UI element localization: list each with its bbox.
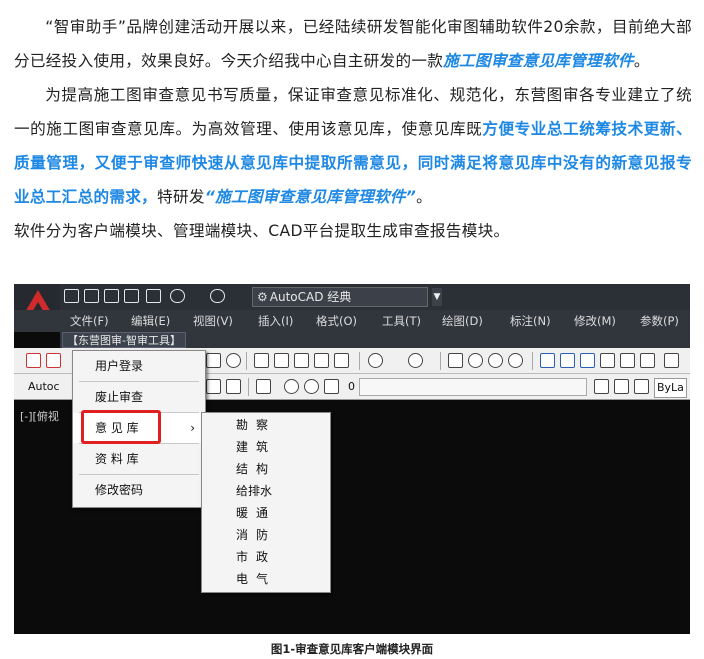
menu-item-void-review[interactable]: 废止审查 [73,382,205,412]
pdf-export-icon[interactable] [46,353,61,368]
tool-palettes-icon[interactable] [580,353,595,368]
new-file-icon[interactable] [64,289,79,303]
preview-icon[interactable] [226,353,241,368]
paste-special-icon[interactable] [314,353,329,368]
save-icon[interactable] [104,289,119,303]
paragraph-2-mid: 特研发 [157,188,205,206]
layer-states-icon[interactable] [634,379,649,394]
pdf-icon[interactable] [26,353,41,368]
menu-file[interactable]: 文件(F) [70,313,109,329]
zoom-previous-icon[interactable] [508,353,523,368]
menu-tools[interactable]: 工具(T) [382,313,421,329]
zoom-window-icon[interactable] [488,353,503,368]
layer-select[interactable] [359,378,587,396]
paste-icon[interactable] [294,353,309,368]
plugin-menu-button[interactable]: 【东营图审-智审工具】 [62,332,186,348]
help-icon[interactable] [664,353,679,368]
article-text: “智审助手”品牌创建活动开展以来，已经陆续研发智能化审图辅助软件20余款，目前绝… [14,10,692,248]
plugin-dropdown-menu: 用户登录 废止审查 意 见 库 › 资 料 库 修改密码 [72,350,206,508]
title-bar: ⚙ AutoCAD 经典 ▼ [14,284,690,310]
menu-item-resource-library[interactable]: 资 料 库 [73,444,205,474]
open-folder-icon[interactable] [84,289,99,303]
table-style-icon[interactable] [206,379,221,394]
workspace-label: AutoCAD 经典 [269,290,352,304]
menu-insert[interactable]: 插入(I) [258,313,293,329]
color-bylayer-select[interactable]: ByLa [654,378,687,398]
design-center-icon[interactable] [560,353,575,368]
paragraph-3: 软件分为客户端模块、管理端模块、CAD平台提取生成审查报告模块。 [14,222,510,240]
submenu-item-electrical[interactable]: 电气 [202,569,330,590]
cut-icon[interactable] [254,353,269,368]
sheet-set-icon[interactable] [600,353,615,368]
calculator-icon[interactable] [640,353,655,368]
figure-caption: 图1-审查意见库客户端模块界面 [270,642,434,656]
style-select[interactable]: Autoc [28,378,60,396]
pan-icon[interactable] [448,353,463,368]
menu-dimension[interactable]: 标注(N) [510,313,551,329]
plugin-menu-row: 【东营图审-智审工具】 [60,332,690,348]
redo-icon[interactable] [210,289,225,303]
software-name-highlight-2: “施工图审查意见库管理软件” [204,188,417,206]
menu-parameter[interactable]: 参数(P) [640,313,679,329]
copy-icon[interactable] [274,353,289,368]
opinion-library-submenu: 勘察 建筑 结构 给排水 暖通 消防 市政 电气 [201,412,331,593]
software-name-highlight: 施工图审查意见库管理软件 [443,52,634,70]
layer-name: 0 [348,380,355,393]
layer-previous-icon[interactable] [614,379,629,394]
lightbulb-icon[interactable] [284,379,299,394]
menu-item-change-password[interactable]: 修改密码 [73,475,205,505]
undo-toolbar-icon[interactable] [368,353,383,368]
layer-manager-icon[interactable] [256,379,271,394]
zoom-realtime-icon[interactable] [468,353,483,368]
plot-icon[interactable] [206,353,221,368]
submenu-item-plumbing[interactable]: 给排水 [202,481,330,502]
submenu-item-survey[interactable]: 勘察 [202,415,330,436]
submenu-item-architecture[interactable]: 建筑 [202,437,330,458]
menu-item-login[interactable]: 用户登录 [73,351,205,381]
submenu-item-fire[interactable]: 消防 [202,525,330,546]
paragraph-2-end: 。 [416,188,433,206]
menu-bar: 文件(F) 编辑(E) 视图(V) 插入(I) 格式(O) 工具(T) 绘图(D… [14,310,690,332]
submenu-item-structure[interactable]: 结构 [202,459,330,480]
chevron-right-icon: › [190,421,195,435]
lock-icon[interactable] [324,379,339,394]
chevron-down-icon[interactable]: ▼ [432,288,442,306]
make-current-icon[interactable] [594,379,609,394]
menu-edit[interactable]: 编辑(E) [131,313,170,329]
workspace-select[interactable]: ⚙ AutoCAD 经典 [252,287,428,307]
paragraph-2: 为提高施工图审查意见书写质量，保证审查意见标准化、规范化，东营图审各专业建立了统… [14,78,692,214]
paragraph-1-end: 。 [633,52,650,70]
cad-screenshot: ⚙AutoCAD 经典 ▼ ▼ 文件(F) 编辑(E) 视图(V) 插入(I) … [14,284,690,634]
print-icon[interactable] [146,289,161,303]
properties-icon[interactable] [540,353,555,368]
save-as-icon[interactable] [124,289,139,303]
red-highlight-box [81,410,161,444]
submenu-item-hvac[interactable]: 暖通 [202,503,330,524]
paragraph-1: “智审助手”品牌创建活动开展以来，已经陆续研发智能化审图辅助软件20余款，目前绝… [14,10,692,78]
markup-icon[interactable] [620,353,635,368]
redo-toolbar-icon[interactable] [408,353,423,368]
sun-icon[interactable] [304,379,319,394]
menu-format[interactable]: 格式(O) [316,313,357,329]
undo-icon[interactable] [170,289,185,303]
submenu-item-municipal[interactable]: 市政 [202,547,330,568]
menu-draw[interactable]: 绘图(D) [442,313,483,329]
match-properties-icon[interactable] [334,353,349,368]
menu-modify[interactable]: 修改(M) [574,313,616,329]
menu-view[interactable]: 视图(V) [193,313,233,329]
viewport-label[interactable]: [-][俯视 [20,408,59,424]
gear-icon: ⚙ [257,290,268,304]
multileader-style-icon[interactable] [226,379,241,394]
